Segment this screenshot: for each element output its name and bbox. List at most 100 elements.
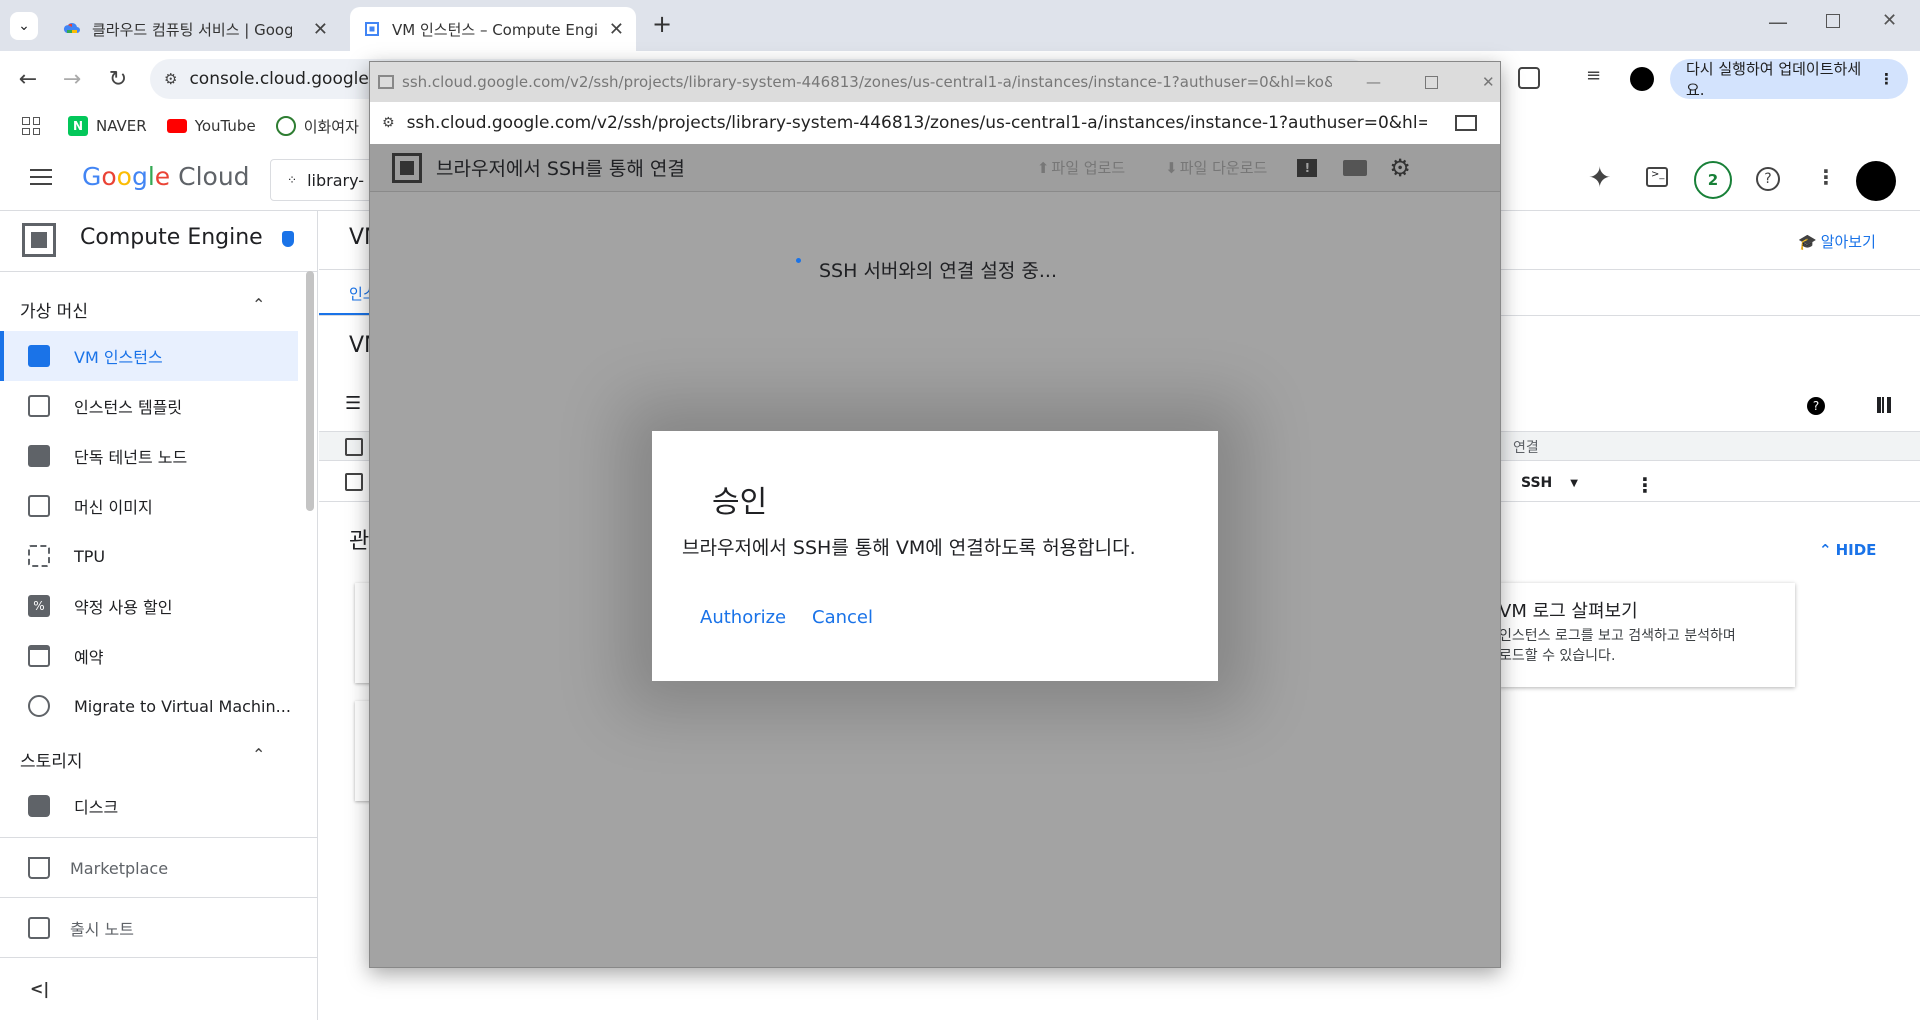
popup-maximize-icon[interactable] (1425, 75, 1438, 89)
vm-logs-card[interactable]: VM 로그 살펴보기 인스턴스 로그를 보고 검색하고 분석하며 로드할 수 있… (1499, 583, 1795, 687)
download-icon: ⬇ (1165, 158, 1178, 177)
row-more-vert-icon[interactable]: ⋮ (1635, 473, 1655, 497)
upload-file-button[interactable]: ⬆ 파일 업로드 (1037, 157, 1125, 178)
product-title: Compute Engine (80, 225, 263, 250)
sidebar-item-vm-instances[interactable]: VM 인스턴스 (0, 331, 298, 381)
compute-engine-icon (362, 19, 382, 39)
close-window-icon[interactable]: ✕ (1882, 10, 1897, 31)
reload-icon[interactable]: ↻ (104, 65, 132, 93)
ssh-app-title: 브라우저에서 SSH를 통해 연결 (436, 158, 685, 180)
learn-link-label: 알아보기 (1820, 233, 1876, 251)
forward-icon[interactable]: → (58, 65, 86, 93)
chevron-up-icon: ⌃ (1819, 541, 1832, 559)
project-picker[interactable]: ⁘ library- (270, 159, 380, 201)
bookmark-label: NAVER (96, 117, 147, 135)
sidebar-item-reservations[interactable]: 예약 (0, 631, 298, 681)
sidebar-item-machine-images[interactable]: 머신 이미지 (0, 481, 298, 531)
sidebar-item-tpu[interactable]: TPU (0, 531, 298, 581)
profile-avatar[interactable] (1630, 67, 1654, 91)
tab-list-chevron-icon[interactable]: ⌄ (10, 12, 38, 40)
site-info-icon[interactable]: ⚙ (164, 70, 177, 88)
menu-icon[interactable] (30, 169, 52, 185)
release-notes-icon (28, 917, 50, 939)
instance-templates-icon (28, 395, 50, 417)
cancel-button[interactable]: Cancel (812, 607, 873, 628)
migrate-icon (28, 695, 50, 717)
minimize-window-icon[interactable]: — (1768, 10, 1788, 34)
row-checkbox[interactable] (345, 473, 363, 491)
popup-address-bar[interactable]: ⚙ ssh.cloud.google.com/v2/ssh/projects/l… (370, 102, 1500, 144)
authorize-dialog: 승인 브라우저에서 SSH를 통해 VM에 연결하도록 허용합니다. Autho… (652, 431, 1218, 681)
sidebar-item-label: 약정 사용 할인 (74, 598, 173, 617)
back-icon[interactable]: ← (14, 65, 42, 93)
sidebar-item-marketplace[interactable]: Marketplace (0, 843, 298, 893)
sidebar-item-committed-use-discounts[interactable]: % 약정 사용 할인 (0, 581, 298, 631)
account-avatar[interactable] (1856, 161, 1896, 201)
pin-icon[interactable] (282, 231, 294, 247)
browser-tab-vm-instances[interactable]: VM 인스턴스 – Compute Engin ✕ (350, 7, 636, 51)
sidebar-item-label: 인스턴스 템플릿 (74, 398, 183, 417)
google-cloud-icon (62, 19, 82, 39)
close-tab-icon[interactable]: ✕ (313, 19, 328, 40)
maximize-window-icon[interactable] (1826, 14, 1840, 28)
google-cloud-logo[interactable]: Google Cloud (82, 162, 250, 191)
chevron-up-icon[interactable]: ⌃ (252, 745, 265, 764)
extensions-icon[interactable] (1518, 67, 1540, 89)
tpu-icon (28, 545, 50, 567)
browser-tab-strip: ⌄ 클라우드 컴퓨팅 서비스 | Goog ✕ VM 인스턴스 – Comput… (0, 0, 1920, 51)
download-file-button[interactable]: ⬇ 파일 다운로드 (1165, 157, 1267, 178)
authorize-button[interactable]: Authorize (700, 607, 786, 628)
ssh-button[interactable]: SSH ▼ (1521, 475, 1578, 491)
select-all-checkbox[interactable] (345, 438, 363, 456)
close-tab-icon[interactable]: ✕ (609, 19, 624, 40)
new-tab-icon[interactable]: + (652, 10, 672, 38)
settings-gear-icon[interactable]: ⚙ (1389, 154, 1411, 182)
cloud-shell-icon[interactable]: >_ (1646, 167, 1668, 187)
help-icon[interactable]: ? (1756, 167, 1780, 191)
column-display-icon[interactable] (1877, 397, 1891, 413)
feedback-icon[interactable]: ! (1297, 158, 1318, 177)
ssh-popup-window: ssh.cloud.google.com/v2/ssh/projects/lib… (369, 61, 1501, 968)
bookmark-youtube[interactable]: YouTube (166, 117, 256, 135)
sole-tenant-nodes-icon (28, 445, 50, 467)
notifications-badge[interactable]: 2 (1694, 161, 1732, 199)
sidebar-scrollbar[interactable] (306, 271, 314, 511)
filter-icon[interactable]: ☰ (345, 393, 361, 414)
apps-grid-icon[interactable] (22, 117, 40, 135)
update-browser-label: 다시 실행하여 업데이트하세요. (1686, 60, 1862, 99)
collapse-sidebar-icon[interactable]: <| (30, 979, 49, 998)
youtube-icon (166, 119, 187, 133)
popup-page-icon (378, 75, 394, 89)
sidebar-item-instance-templates[interactable]: 인스턴스 템플릿 (0, 381, 298, 431)
media-controls-icon[interactable]: ≡ (1586, 65, 1601, 86)
site-info-icon[interactable]: ⚙ (382, 115, 395, 131)
gemini-sparkle-icon[interactable]: ✦ (1588, 161, 1611, 194)
machine-images-icon (28, 495, 50, 517)
keyboard-icon[interactable] (1343, 159, 1368, 176)
sidebar-item-disks[interactable]: 디스크 (0, 781, 298, 831)
dropdown-arrow-icon[interactable]: ▼ (1570, 478, 1578, 489)
sidebar-item-label: 출시 노트 (70, 920, 134, 939)
popup-minimize-icon[interactable]: — (1366, 73, 1381, 91)
brand-cloud-word: Cloud (178, 162, 250, 191)
more-vert-icon[interactable]: ⋮ (1816, 165, 1836, 189)
hide-button[interactable]: ⌃ HIDE (1819, 541, 1876, 559)
cast-off-icon[interactable] (1454, 115, 1477, 131)
sidebar-item-label: 머신 이미지 (74, 498, 153, 517)
bookmark-naver[interactable]: N NAVER (68, 116, 147, 136)
sidebar-item-sole-tenant-nodes[interactable]: 단독 테넌트 노드 (0, 431, 298, 481)
download-label: 파일 다운로드 (1179, 159, 1268, 177)
update-browser-button[interactable]: 다시 실행하여 업데이트하세요. ⋮ (1670, 59, 1908, 99)
sidebar-item-release-notes[interactable]: 출시 노트 (0, 903, 298, 953)
browser-tab-cloud[interactable]: 클라우드 컴퓨팅 서비스 | Goog ✕ (50, 7, 340, 51)
more-vert-icon[interactable]: ⋮ (1879, 70, 1894, 88)
help-circle-icon[interactable]: ? (1807, 397, 1825, 415)
bookmark-ewha[interactable]: 이화여자 (275, 116, 359, 137)
naver-icon: N (68, 116, 88, 136)
sidebar-item-migrate[interactable]: Migrate to Virtual Machin... (0, 681, 298, 731)
chevron-up-icon[interactable]: ⌃ (252, 295, 265, 314)
sidebar-item-label: 단독 테넌트 노드 (74, 448, 188, 467)
learn-link[interactable]: 🎓 알아보기 (1798, 231, 1876, 252)
popup-close-icon[interactable]: ✕ (1482, 73, 1495, 91)
connection-status: SSH 서버와의 연결 설정 중... (819, 260, 1058, 282)
